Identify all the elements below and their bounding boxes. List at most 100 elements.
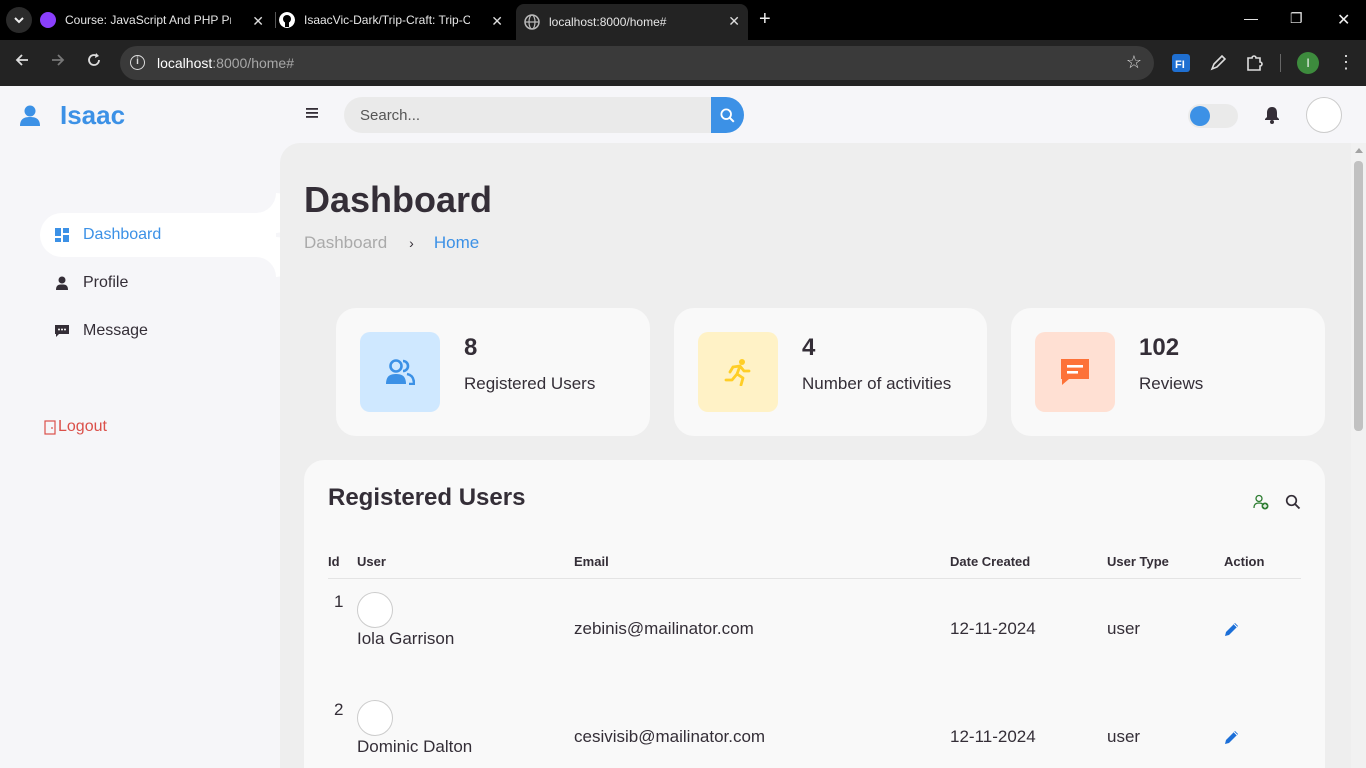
user-avatar xyxy=(357,592,393,628)
users-icon xyxy=(386,359,415,385)
page-scrollbar[interactable] xyxy=(1351,143,1366,768)
stat-value: 4 xyxy=(802,334,816,361)
sidebar-item-label: Profile xyxy=(83,274,129,291)
cell-email: cesivisib@mailinator.com xyxy=(574,727,766,746)
cell-id: 1 xyxy=(334,592,344,611)
chevron-right-icon: › xyxy=(409,235,414,251)
logout-icon xyxy=(44,419,56,435)
sidebar-item-dashboard[interactable]: Dashboard xyxy=(40,213,276,257)
github-icon xyxy=(279,12,295,28)
registered-users-panel: Registered Users Id User Email Date Crea… xyxy=(304,460,1325,768)
browser-menu-icon[interactable]: ⋮ xyxy=(1337,52,1355,72)
browser-tab-localhost[interactable]: localhost:8000/home# ✕ xyxy=(516,4,748,40)
user-icon xyxy=(20,105,40,126)
new-tab-button[interactable]: + xyxy=(759,9,771,29)
cell-user-name: Iola Garrison xyxy=(357,629,455,648)
browser-toolbar: i localhost:8000/home# ☆ FI I ⋮ xyxy=(0,40,1366,86)
cell-id: 2 xyxy=(334,700,344,719)
profile-avatar[interactable] xyxy=(1306,97,1342,133)
extension-fi-icon[interactable]: FI xyxy=(1171,53,1191,73)
tab-separator xyxy=(275,12,276,28)
stat-icon-box xyxy=(360,332,440,412)
col-header-id: Id xyxy=(328,554,340,569)
restore-icon[interactable]: ❐ xyxy=(1290,10,1303,27)
toolbar-divider xyxy=(1280,54,1281,72)
running-icon xyxy=(724,359,751,386)
col-header-type: User Type xyxy=(1107,554,1169,569)
stat-card-activities: 4 Number of activities xyxy=(674,308,987,436)
cell-date: 12-11-2024 xyxy=(950,727,1036,746)
stat-icon-box xyxy=(698,332,778,412)
col-header-user: User xyxy=(357,554,386,569)
search-icon[interactable] xyxy=(1285,494,1301,510)
tab-title: Course: JavaScript And PHP Pro xyxy=(65,13,231,27)
brand[interactable]: Isaac xyxy=(20,100,125,131)
add-user-icon[interactable] xyxy=(1253,494,1269,510)
svg-text:FI: FI xyxy=(1175,59,1185,71)
panel-tools xyxy=(1253,494,1301,510)
stat-label: Number of activities xyxy=(802,374,952,393)
close-tab-icon[interactable]: ✕ xyxy=(491,13,503,30)
stat-value: 8 xyxy=(464,334,478,361)
reload-icon[interactable] xyxy=(86,52,102,73)
close-window-icon[interactable]: ✕ xyxy=(1337,10,1350,30)
extensions-puzzle-icon[interactable] xyxy=(1244,53,1264,73)
main-content: Dashboard Dashboard › Home 8 Registered … xyxy=(280,143,1351,768)
sidebar-item-label: Dashboard xyxy=(83,226,162,243)
page-title: Dashboard xyxy=(304,179,493,220)
bell-icon[interactable] xyxy=(1263,106,1281,124)
cell-email: zebinis@mailinator.com xyxy=(574,619,754,638)
brand-name: Isaac xyxy=(60,100,126,130)
pen-icon[interactable] xyxy=(1208,53,1228,73)
back-icon[interactable] xyxy=(14,52,30,73)
address-bar[interactable]: i localhost:8000/home# ☆ xyxy=(120,46,1154,80)
minimize-icon[interactable]: — xyxy=(1244,10,1258,26)
cell-date: 12-11-2024 xyxy=(950,619,1036,638)
forward-icon[interactable] xyxy=(50,52,66,73)
edit-icon[interactable] xyxy=(1224,729,1240,745)
url-path: :8000/home# xyxy=(212,55,294,71)
switch-knob xyxy=(1190,106,1210,126)
logout-link[interactable]: Logout xyxy=(44,418,107,436)
breadcrumb: Dashboard › Home xyxy=(304,233,479,253)
browser-tab-github[interactable]: IsaacVic-Dark/Trip-Craft: Trip-Cr ✕ xyxy=(279,4,511,36)
search-button[interactable] xyxy=(711,97,744,133)
dark-mode-switch[interactable] xyxy=(1188,104,1238,128)
breadcrumb-home[interactable]: Home xyxy=(434,233,479,253)
col-header-date: Date Created xyxy=(950,554,1031,569)
globe-icon xyxy=(524,14,540,30)
panel-title: Registered Users xyxy=(328,484,526,511)
sidebar: Isaac Dashboard Profile Message Logout xyxy=(0,86,280,768)
scroll-up-arrow-icon[interactable] xyxy=(1355,148,1363,153)
scrollbar-thumb[interactable] xyxy=(1354,161,1363,431)
stat-label: Registered Users xyxy=(464,374,596,393)
site-info-icon[interactable]: i xyxy=(130,55,145,70)
browser-profile-avatar[interactable]: I xyxy=(1297,52,1319,74)
dashboard-icon xyxy=(55,228,69,242)
edit-icon[interactable] xyxy=(1224,621,1240,637)
search-input[interactable] xyxy=(344,97,712,133)
browser-tab-course[interactable]: Course: JavaScript And PHP Pro ✕ xyxy=(40,4,272,36)
col-header-action: Action xyxy=(1224,554,1265,569)
top-nav xyxy=(280,86,1366,143)
breadcrumb-dashboard[interactable]: Dashboard xyxy=(304,233,387,253)
tab-search-button[interactable] xyxy=(6,7,32,33)
stat-icon-box xyxy=(1035,332,1115,412)
app-root: Isaac Dashboard Profile Message Logout S… xyxy=(0,86,1366,768)
search-icon xyxy=(720,107,735,123)
search-form xyxy=(344,97,744,133)
menu-toggle-icon[interactable] xyxy=(306,108,318,118)
sidebar-item-profile[interactable]: Profile xyxy=(40,261,276,305)
cell-user-type: user xyxy=(1107,727,1141,746)
close-tab-icon[interactable]: ✕ xyxy=(728,13,740,30)
cell-user-name: Dominic Dalton xyxy=(357,737,473,756)
bookmark-star-icon[interactable]: ☆ xyxy=(1126,52,1142,73)
stat-label: Reviews xyxy=(1139,374,1204,393)
sidebar-item-message[interactable]: Message xyxy=(40,309,276,353)
stat-value: 102 xyxy=(1139,334,1180,361)
logout-label: Logout xyxy=(58,418,107,435)
close-tab-icon[interactable]: ✕ xyxy=(252,13,264,30)
url-host: localhost xyxy=(157,55,213,71)
browser-tab-bar: Course: JavaScript And PHP Pro ✕ IsaacVi… xyxy=(0,0,1366,40)
message-icon xyxy=(55,325,69,337)
